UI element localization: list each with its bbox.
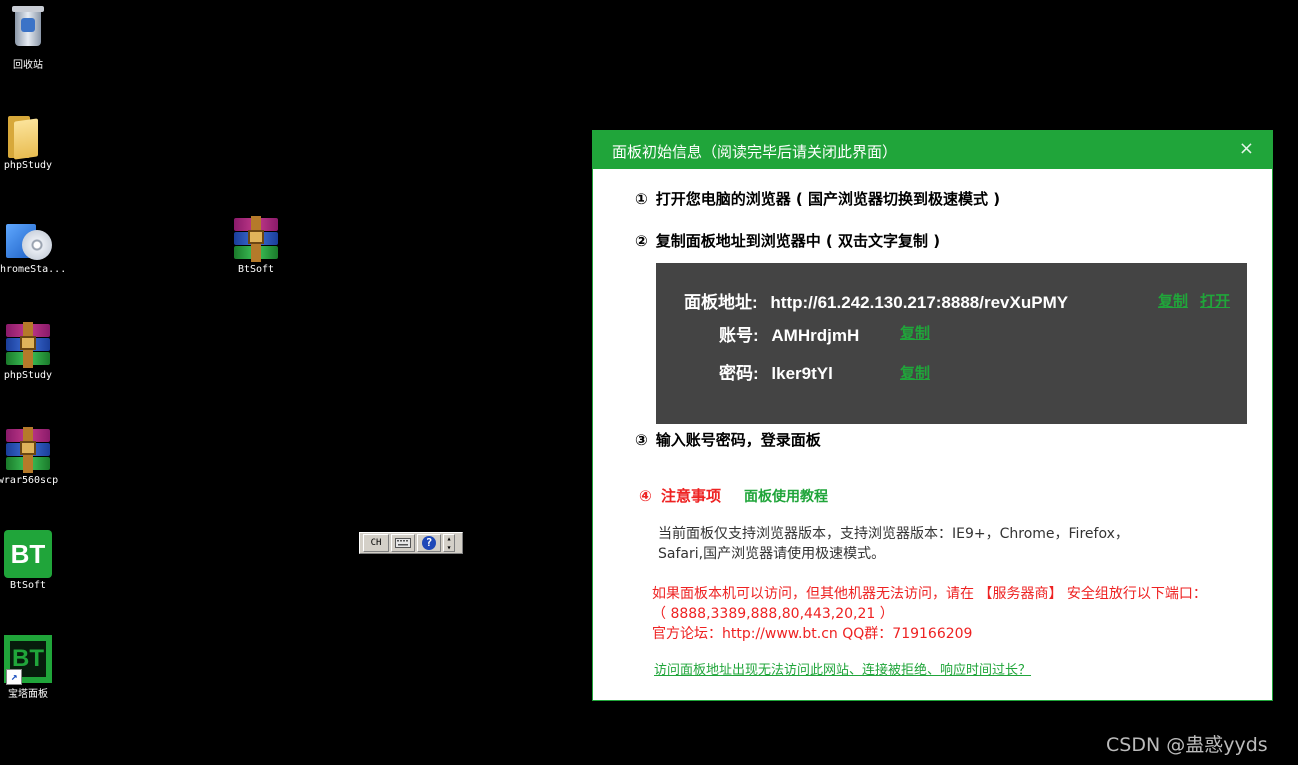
forum-qq-line: 官方论坛：http://www.bt.cn QQ群：719166209: [652, 626, 973, 642]
desktop-icon-label: BtSoft: [237, 264, 275, 275]
language-indicator[interactable]: CH: [363, 534, 389, 552]
desktop-icon-label: phpStudy: [3, 370, 53, 381]
desktop-icon-chrome-setup[interactable]: hromeSta...: [0, 214, 67, 275]
troubleshoot-link[interactable]: 访问面板地址出现无法访问此网站、连接被拒绝、响应时间过长？: [654, 659, 1031, 678]
account-row: 账号: AMHrdjmH: [719, 321, 859, 346]
panel-address-value[interactable]: http://61.242.130.217:8888/revXuPMY: [770, 293, 1068, 312]
password-value[interactable]: lker9tYl: [771, 364, 832, 383]
desktop-icon-btsoft[interactable]: BT BtSoft: [0, 530, 67, 591]
desktop-icon-label: hromeSta...: [0, 264, 67, 275]
copy-password-link[interactable]: 复制: [900, 362, 930, 383]
copy-account-link[interactable]: 复制: [900, 322, 930, 343]
browser-support-note: 当前面板仅支持浏览器版本，支持浏览器版本：IE9+，Chrome，Firefox…: [658, 524, 1129, 564]
account-label: 账号:: [719, 326, 759, 345]
shortcut-arrow-icon: ↗: [6, 669, 22, 685]
notice-title: 注意事项: [660, 487, 721, 505]
step-3: ③ 输入账号密码，登录面板: [635, 429, 821, 450]
step-2: ② 复制面板地址到浏览器中 ( 双击文字复制 ): [635, 230, 940, 251]
setup-icon: [4, 214, 52, 262]
desktop-icon-phpstudy-folder[interactable]: phpStudy: [0, 110, 67, 171]
port-warning-note: 如果面板本机可以访问，但其他机器无法访问，请在 【服务器商】 安全组放行以下端口…: [652, 584, 1207, 644]
panel-address-row: 面板地址: http://61.242.130.217:8888/revXuPM…: [684, 288, 1068, 313]
warning-line-2: （ 8888,3389,888,80,443,20,21 ）: [652, 606, 894, 622]
desktop-icon-recycle-bin[interactable]: 回收站: [0, 4, 67, 71]
step-number: ③: [635, 431, 648, 449]
open-address-link[interactable]: 打开: [1200, 290, 1230, 311]
notice-heading: ④ 注意事项: [639, 485, 721, 506]
desktop-icon-bt-panel[interactable]: BT ↗ 宝塔面板: [0, 635, 67, 700]
dialog-header: 面板初始信息（阅读完毕后请关闭此界面） ×: [593, 131, 1272, 169]
help-icon[interactable]: ?: [417, 534, 441, 552]
recycle-bin-icon: [4, 6, 52, 54]
desktop-icon-label: BtSoft: [9, 580, 47, 591]
winrar-archive-icon: [232, 214, 280, 262]
step-number: ①: [635, 190, 648, 208]
step-number: ②: [635, 232, 648, 250]
csdn-watermark: CSDN @蛊惑yyds: [1106, 734, 1268, 756]
panel-credentials-box: 面板地址: http://61.242.130.217:8888/revXuPM…: [656, 263, 1247, 424]
desktop-icon-label: 回收站: [13, 60, 43, 71]
warning-line-1: 如果面板本机可以访问，但其他机器无法访问，请在 【服务器商】 安全组放行以下端口…: [652, 586, 1207, 602]
desktop-icon-label: wrar560scp: [0, 475, 59, 486]
panel-address-label: 面板地址:: [684, 293, 758, 312]
desktop-icon-label: phpStudy: [3, 160, 53, 171]
step-1: ① 打开您电脑的浏览器 ( 国产浏览器切换到极速模式 ): [635, 188, 1000, 209]
password-row: 密码: lker9tYl: [719, 359, 833, 384]
panel-info-dialog: 面板初始信息（阅读完毕后请关闭此界面） × ① 打开您电脑的浏览器 ( 国产浏览器…: [592, 130, 1273, 701]
tutorial-link[interactable]: 面板使用教程: [744, 486, 828, 506]
step-number: ④: [639, 487, 652, 505]
language-bar: CH ? ▴ ▾: [359, 532, 463, 554]
support-line-2: Safari,国产浏览器请使用极速模式。: [658, 546, 886, 562]
copy-address-link[interactable]: 复制: [1158, 290, 1188, 311]
dialog-title: 面板初始信息（阅读完毕后请关闭此界面）: [612, 143, 898, 161]
desktop-icon-label: 宝塔面板: [8, 689, 48, 700]
account-value[interactable]: AMHrdjmH: [771, 326, 859, 345]
close-icon[interactable]: ×: [1239, 140, 1254, 158]
langbar-options-icon[interactable]: ▴ ▾: [443, 534, 455, 552]
help-glyph: ?: [422, 536, 436, 550]
bt-icon: BT: [4, 530, 52, 578]
password-label: 密码:: [719, 364, 759, 383]
step-text: 复制面板地址到浏览器中 ( 双击文字复制 ): [655, 232, 941, 250]
keyboard-icon[interactable]: [391, 534, 415, 552]
step-text: 输入账号密码，登录面板: [655, 431, 821, 449]
bt-logo-text: BT: [4, 530, 52, 578]
desktop-icon-btsoft-archive[interactable]: BtSoft: [217, 214, 295, 275]
folder-icon: [4, 110, 52, 160]
desktop-icon-phpstudy-archive[interactable]: phpStudy: [0, 320, 67, 381]
step-text: 打开您电脑的浏览器 ( 国产浏览器切换到极速模式 ): [655, 190, 1001, 208]
support-line-1: 当前面板仅支持浏览器版本，支持浏览器版本：IE9+，Chrome，Firefox…: [658, 526, 1129, 542]
winrar-archive-icon: [4, 320, 52, 368]
bt-panel-shortcut-icon: BT ↗: [4, 635, 52, 685]
desktop-icon-wrar-archive[interactable]: wrar560scp: [0, 425, 67, 486]
winrar-archive-icon: [4, 425, 52, 473]
